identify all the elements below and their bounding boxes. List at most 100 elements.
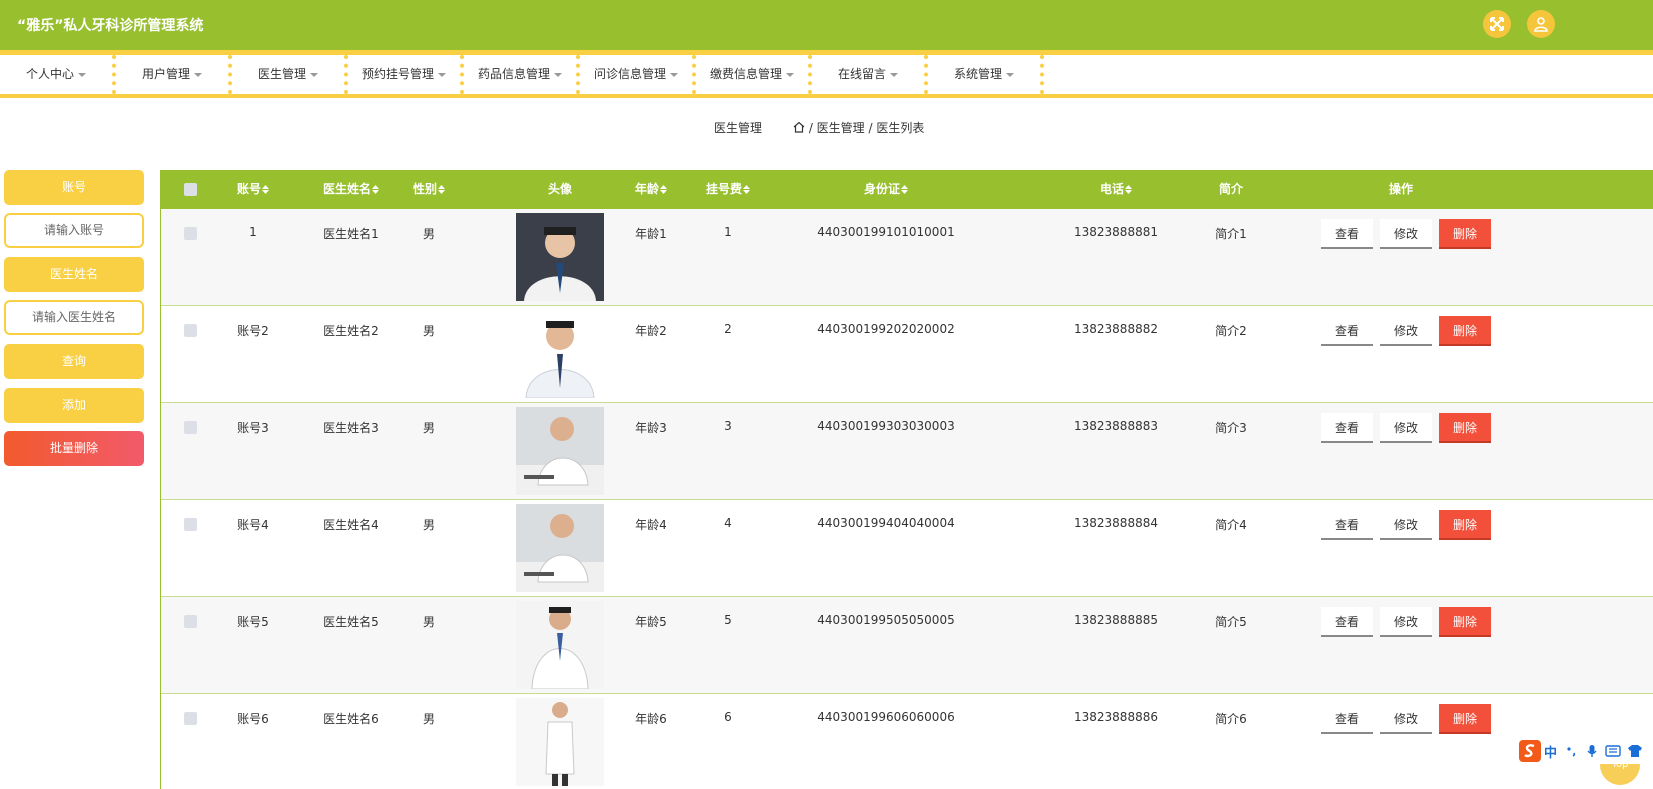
cell-fee: 1	[724, 225, 732, 239]
select-all-checkbox[interactable]	[184, 183, 197, 196]
column-header-account[interactable]: 账号	[223, 170, 283, 209]
doctor-avatar	[516, 213, 604, 301]
row-checkbox[interactable]	[184, 227, 197, 240]
nav-item-online-message[interactable]: 在线留言	[812, 55, 928, 94]
view-button[interactable]: 查看	[1321, 316, 1373, 346]
cell-age: 年龄2	[635, 324, 667, 338]
delete-button[interactable]: 删除	[1439, 316, 1491, 346]
delete-button[interactable]: 删除	[1439, 704, 1491, 734]
nav-label: 药品信息管理	[477, 67, 550, 81]
delete-button[interactable]: 删除	[1439, 219, 1491, 249]
batch-delete-button[interactable]: 批量删除	[4, 431, 144, 466]
doctor-name-search-input[interactable]: 请输入医生姓名	[4, 300, 144, 335]
view-button[interactable]: 查看	[1321, 510, 1373, 540]
cell-account: 账号5	[237, 615, 269, 629]
sort-icon[interactable]	[743, 185, 750, 194]
fullscreen-icon[interactable]	[1483, 10, 1511, 38]
cell-age: 年龄6	[635, 712, 667, 726]
nav-item-system-management[interactable]: 系统管理	[928, 55, 1044, 94]
nav-item-doctor-management[interactable]: 医生管理	[232, 55, 348, 94]
edit-button[interactable]: 修改	[1380, 704, 1432, 734]
doctor-avatar	[516, 504, 604, 592]
nav-item-medicine-management[interactable]: 药品信息管理	[464, 55, 580, 94]
column-header-label: 年龄	[634, 182, 659, 196]
edit-button[interactable]: 修改	[1380, 413, 1432, 443]
delete-button[interactable]: 删除	[1439, 413, 1491, 443]
view-button[interactable]: 查看	[1321, 219, 1373, 249]
row-checkbox[interactable]	[184, 615, 197, 628]
delete-button[interactable]: 删除	[1439, 607, 1491, 637]
edit-button[interactable]: 修改	[1380, 316, 1432, 346]
column-header-label: 电话	[1099, 182, 1124, 196]
nav-label: 个人中心	[25, 67, 74, 81]
cell-account: 1	[249, 225, 257, 239]
sort-icon[interactable]	[1125, 185, 1132, 194]
column-header-fee[interactable]: 挂号费	[693, 170, 763, 209]
row-checkbox[interactable]	[184, 421, 197, 434]
chevron-down-icon	[890, 72, 898, 77]
nav-item-appointment-management[interactable]: 预约挂号管理	[348, 55, 464, 94]
cell-doctor-name: 医生姓名4	[323, 518, 379, 532]
cell-fee: 2	[724, 322, 732, 336]
sort-icon[interactable]	[901, 185, 908, 194]
edit-button[interactable]: 修改	[1380, 607, 1432, 637]
edit-button[interactable]: 修改	[1380, 219, 1432, 249]
account-search-input[interactable]: 请输入账号	[4, 213, 144, 248]
view-button[interactable]: 查看	[1321, 607, 1373, 637]
sort-icon[interactable]	[262, 185, 269, 194]
doctor-table: 账号 医生姓名 性别 头像 年龄 挂号费 身份证 电话 简介 操作 1 医生姓名…	[160, 170, 1653, 789]
sort-icon[interactable]	[660, 185, 667, 194]
chevron-down-icon	[194, 72, 202, 77]
column-header-doctor-name[interactable]: 医生姓名	[306, 170, 396, 209]
nav-label: 预约挂号管理	[361, 67, 434, 81]
column-header-actions: 操作	[1388, 182, 1413, 196]
cell-id-card: 440300199202020002	[817, 322, 955, 336]
view-button[interactable]: 查看	[1321, 413, 1373, 443]
sogou-ime-icon[interactable]	[1519, 740, 1541, 762]
column-header-phone[interactable]: 电话	[1051, 170, 1181, 209]
ime-toolbar: 中	[1515, 738, 1653, 764]
edit-button[interactable]: 修改	[1380, 510, 1432, 540]
nav-item-user-management[interactable]: 用户管理	[116, 55, 232, 94]
chevron-down-icon	[670, 72, 678, 77]
row-checkbox[interactable]	[184, 518, 197, 531]
cell-account: 账号3	[237, 421, 269, 435]
row-checkbox[interactable]	[184, 712, 197, 725]
ime-mode-label[interactable]: 中	[1544, 742, 1557, 761]
add-button[interactable]: 添加	[4, 388, 144, 423]
keyboard-icon[interactable]	[1605, 744, 1621, 758]
sort-icon[interactable]	[372, 185, 379, 194]
doctor-avatar	[516, 601, 604, 689]
column-header-gender[interactable]: 性别	[399, 170, 459, 209]
user-icon[interactable]	[1527, 10, 1555, 38]
chevron-down-icon	[786, 72, 794, 77]
search-button[interactable]: 查询	[4, 344, 144, 379]
cell-fee: 4	[724, 516, 732, 530]
row-checkbox[interactable]	[184, 324, 197, 337]
skin-icon[interactable]	[1627, 744, 1643, 758]
delete-button[interactable]: 删除	[1439, 510, 1491, 540]
cell-gender: 男	[422, 712, 435, 726]
column-header-label: 身份证	[863, 182, 900, 196]
nav-label: 缴费信息管理	[709, 67, 782, 81]
sort-icon[interactable]	[438, 185, 445, 194]
top-bar: “雅乐”私人牙科诊所管理系统	[0, 0, 1653, 50]
column-header-label: 性别	[412, 182, 437, 196]
cell-gender: 男	[422, 227, 435, 241]
table-row: 1 医生姓名1 男 年龄1 1 440300199101010001 13823…	[161, 209, 1653, 306]
column-header-avatar: 头像	[547, 182, 572, 196]
cell-intro: 简介5	[1215, 615, 1247, 629]
microphone-icon[interactable]	[1585, 744, 1599, 758]
nav-item-consultation-management[interactable]: 问诊信息管理	[580, 55, 696, 94]
cell-account: 账号6	[237, 712, 269, 726]
cell-id-card: 440300199404040004	[817, 516, 955, 530]
nav-item-personal-center[interactable]: 个人中心	[0, 55, 116, 94]
cell-phone: 13823888883	[1074, 419, 1158, 433]
nav-item-payment-management[interactable]: 缴费信息管理	[696, 55, 812, 94]
view-button[interactable]: 查看	[1321, 704, 1373, 734]
column-header-age[interactable]: 年龄	[621, 170, 681, 209]
punctuation-icon[interactable]	[1565, 744, 1579, 758]
chevron-down-icon	[554, 72, 562, 77]
home-icon[interactable]	[793, 121, 805, 133]
column-header-id-card[interactable]: 身份证	[801, 170, 971, 209]
